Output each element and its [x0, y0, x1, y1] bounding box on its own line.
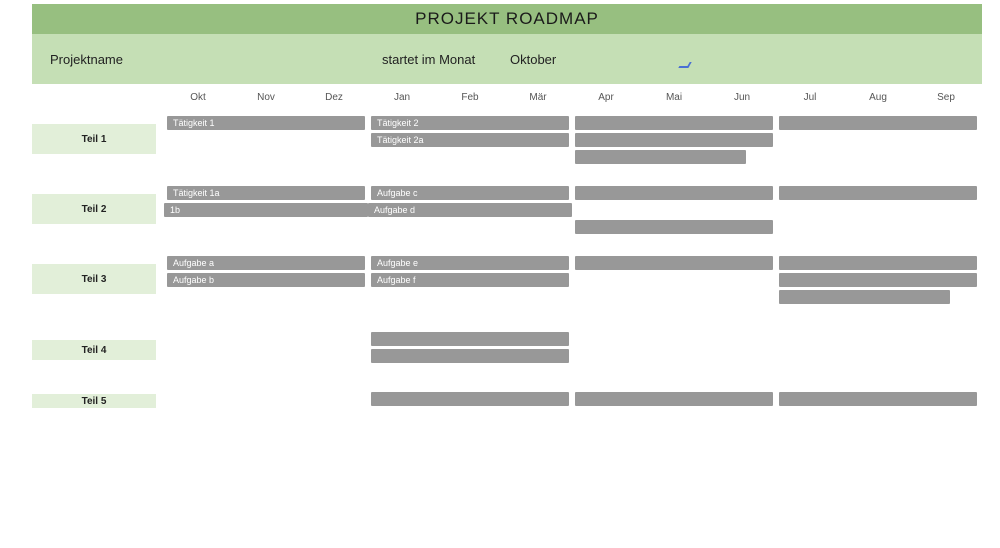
gantt-bar[interactable]: Aufgabe e — [371, 256, 569, 270]
gantt-bar[interactable]: Aufgabe f — [371, 273, 569, 287]
starts-in-label: startet im Monat — [382, 52, 475, 67]
gantt-bar[interactable] — [575, 256, 773, 270]
gantt-bar[interactable] — [575, 150, 746, 164]
project-name-label: Projektname — [50, 52, 123, 67]
gantt-bar[interactable]: 1b — [164, 203, 368, 217]
roadmap-grid: OktNovDezJanFebMärAprMaiJunJulAugSep Tei… — [32, 92, 982, 548]
month-label: Dez — [300, 92, 368, 103]
gantt-bar[interactable]: Aufgabe d — [368, 203, 572, 217]
month-label: Jul — [776, 92, 844, 103]
gantt-bar[interactable] — [779, 290, 950, 304]
gantt-bar[interactable]: Tätigkeit 2a — [371, 133, 569, 147]
month-label: Aug — [844, 92, 912, 103]
gantt-bar[interactable] — [779, 392, 977, 406]
gantt-bar[interactable]: Tätigkeit 1 — [167, 116, 365, 130]
gantt-bar[interactable] — [371, 349, 569, 363]
gantt-bar[interactable]: Aufgabe a — [167, 256, 365, 270]
gantt-bar[interactable]: Tätigkeit 1a — [167, 186, 365, 200]
gantt-bar[interactable]: Aufgabe c — [371, 186, 569, 200]
page-title: PROJEKT ROADMAP — [32, 4, 982, 34]
section-label: Teil 5 — [32, 394, 156, 408]
gantt-bar[interactable] — [575, 220, 773, 234]
gantt-bar[interactable] — [779, 186, 977, 200]
project-header-bar: Projektname startet im Monat Oktober — [32, 34, 982, 84]
month-label: Sep — [912, 92, 980, 103]
gantt-bar[interactable] — [779, 256, 977, 270]
month-label: Jun — [708, 92, 776, 103]
gantt-bar[interactable] — [371, 392, 569, 406]
gantt-bar[interactable] — [575, 133, 773, 147]
month-label: Nov — [232, 92, 300, 103]
month-label: Mai — [640, 92, 708, 103]
gantt-bar[interactable] — [371, 332, 569, 346]
gantt-bar[interactable] — [575, 116, 773, 130]
section-label: Teil 4 — [32, 340, 156, 360]
month-header-row: OktNovDezJanFebMärAprMaiJunJulAugSep — [32, 92, 982, 108]
gantt-bar[interactable]: Tätigkeit 2 — [371, 116, 569, 130]
month-label: Feb — [436, 92, 504, 103]
section-label: Teil 1 — [32, 124, 156, 154]
gantt-bar[interactable] — [575, 186, 773, 200]
start-month-value: Oktober — [510, 52, 556, 67]
section-label: Teil 3 — [32, 264, 156, 294]
month-label: Mär — [504, 92, 572, 103]
month-label: Okt — [164, 92, 232, 103]
month-label: Jan — [368, 92, 436, 103]
gantt-bar[interactable]: Aufgabe b — [167, 273, 365, 287]
gantt-bar[interactable] — [779, 273, 977, 287]
gantt-bar[interactable] — [575, 392, 773, 406]
title-text: PROJEKT ROADMAP — [415, 9, 599, 29]
month-label: Apr — [572, 92, 640, 103]
section-label: Teil 2 — [32, 194, 156, 224]
gantt-bar[interactable] — [779, 116, 977, 130]
